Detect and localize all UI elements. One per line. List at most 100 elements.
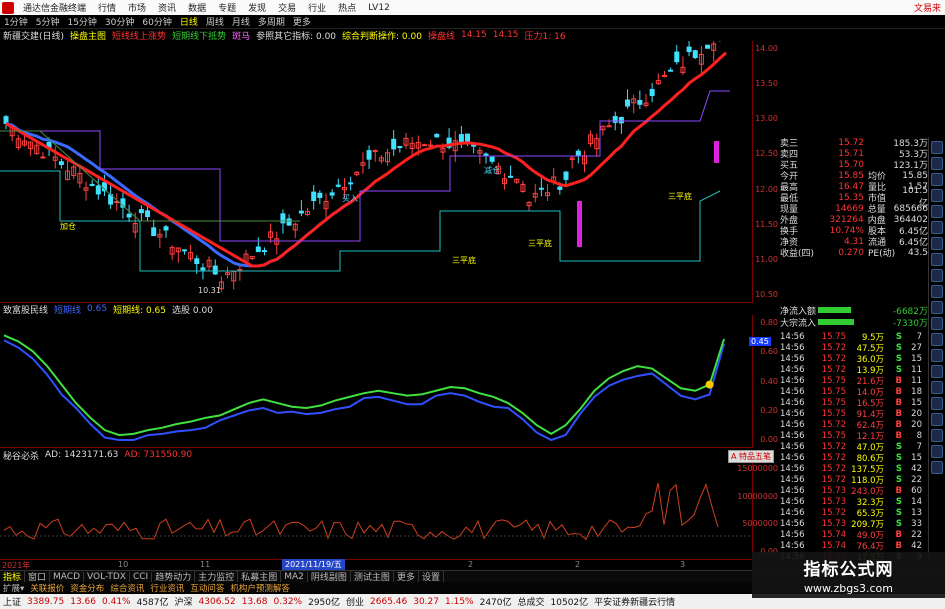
tick-direction: B — [895, 419, 902, 430]
indicator-tab-0[interactable]: 指标 — [0, 571, 26, 582]
oscillator-chart[interactable] — [0, 315, 752, 448]
period-tab-3[interactable]: 30分钟 — [101, 15, 138, 28]
info-tab-1[interactable]: 关联报价 — [27, 582, 67, 594]
info-tab-2[interactable]: 资金分布 — [67, 582, 107, 594]
info-icon[interactable] — [931, 189, 943, 202]
tick-time: 14:56 — [780, 507, 805, 518]
oscillator-header: 致富股民线 短期线 0.65 短期线: 0.65 选股 0.00 — [0, 303, 752, 316]
osc-line-blue — [3, 339, 725, 442]
candle-body — [649, 89, 655, 96]
chart-icon[interactable] — [931, 141, 943, 154]
info-tab-3[interactable]: 综合资讯 — [107, 582, 147, 594]
tick-list[interactable]: 14:56 15.75 9.5万 S 7 14:56 15.72 47.5万 S 27 14:56 1… — [780, 331, 928, 563]
period-tab-8[interactable]: 多周期 — [254, 15, 289, 28]
indicator-tab-12[interactable]: 设置 — [419, 571, 444, 582]
indicator-tab-10[interactable]: 测试主图 — [351, 571, 394, 582]
period-tab-5[interactable]: 日线 — [176, 15, 202, 28]
user-icon[interactable] — [931, 285, 943, 298]
tick-direction: B — [895, 397, 902, 408]
search-icon[interactable] — [931, 237, 943, 250]
period-tab-2[interactable]: 15分钟 — [63, 15, 100, 28]
period-tab-9[interactable]: 更多 — [289, 15, 315, 28]
info-tab-0[interactable]: 扩展▾ — [0, 582, 27, 594]
osc-header-item-0: 致富股民线 — [3, 305, 49, 316]
indicator-tab-4[interactable]: CCI — [130, 571, 153, 582]
ad-header: 秘谷必杀 AD: 1423171.63 AD: 731550.90 — [0, 449, 752, 462]
tick-count: 20 — [911, 408, 922, 419]
flow-row: 大宗流入 -7330万 — [780, 316, 928, 329]
menu-market[interactable]: 行情 — [92, 1, 122, 14]
bell-icon[interactable] — [931, 269, 943, 282]
period-tab-1[interactable]: 5分钟 — [32, 15, 64, 28]
period-tab-7[interactable]: 月线 — [228, 15, 254, 28]
candle-body — [212, 265, 218, 275]
menu-trade[interactable]: 交易 — [272, 1, 302, 14]
tool-icon[interactable] — [931, 349, 943, 362]
indicator-tab-2[interactable]: MACD — [50, 571, 85, 582]
help-icon[interactable] — [931, 413, 943, 426]
info-tab-4[interactable]: 行业资讯 — [147, 582, 187, 594]
ad-chart[interactable] — [0, 461, 752, 560]
grid-icon[interactable] — [931, 173, 943, 186]
date-cursor[interactable]: 2021/11/19/五 — [282, 559, 345, 570]
more-icon[interactable] — [931, 365, 943, 378]
candle-body — [95, 185, 101, 195]
menu-news[interactable]: 资讯 — [152, 1, 182, 14]
candlestick-chart[interactable]: 10.31三平底三平底三平底减仓买入加仓 — [0, 41, 752, 303]
menu-level[interactable]: LV12 — [362, 3, 396, 13]
tick-row: 14:56 15.72 65.3万 S 13 — [780, 507, 928, 519]
indicator-tab-3[interactable]: VOL-TDX — [84, 571, 130, 582]
calc-icon[interactable] — [931, 317, 943, 330]
tick-price: 15.74 — [821, 529, 846, 540]
indicator-tab-8[interactable]: MA2 — [281, 571, 308, 582]
tick-time: 14:56 — [780, 441, 805, 452]
tick-row: 14:56 15.72 80.6万 S 15 — [780, 452, 928, 464]
ad-axis: 150000001000000050000000.00 — [737, 461, 780, 560]
menu-topics[interactable]: 专题 — [212, 1, 242, 14]
indicator-tab-1[interactable]: 窗口 — [25, 571, 51, 582]
period-tab-6[interactable]: 周线 — [202, 15, 228, 28]
price-axis-tick-0: 14.00 — [755, 44, 778, 53]
indicator-tab-9[interactable]: 阴线副图 — [308, 571, 351, 582]
list-icon[interactable] — [931, 157, 943, 170]
home-icon[interactable] — [931, 445, 943, 458]
sanpingdi-label-2: 三平底 — [528, 238, 552, 248]
info-tab-6[interactable]: 机构户预测解答 — [227, 582, 293, 594]
period-tab-4[interactable]: 60分钟 — [138, 15, 175, 28]
signal-bar — [577, 201, 582, 247]
down-icon[interactable] — [931, 397, 943, 410]
tick-price: 15.72 — [821, 353, 846, 364]
indicator-tab-11[interactable]: 更多 — [394, 571, 419, 582]
menu-data[interactable]: 数据 — [182, 1, 212, 14]
indicator-tab-5[interactable]: 趋势动力 — [152, 571, 196, 582]
period-tab-0[interactable]: 1分钟 — [0, 15, 32, 28]
tick-direction: S — [895, 463, 902, 474]
ad-value-badge[interactable]: A 特品五笔 — [728, 450, 775, 463]
link-icon[interactable] — [931, 429, 943, 442]
tick-row: 14:56 15.73 209.7万 S 33 — [780, 518, 928, 530]
table-icon[interactable] — [931, 205, 943, 218]
flag-icon[interactable] — [931, 333, 943, 346]
main-price-axis: 14.00 13.50 13.00 12.50 12.00 11.50 11.00 10.50 — [752, 41, 780, 303]
gear-icon[interactable] — [931, 253, 943, 266]
up-icon[interactable] — [931, 381, 943, 394]
tick-count: 14 — [911, 496, 922, 507]
star-icon[interactable] — [931, 221, 943, 234]
candle-body — [618, 117, 624, 124]
quote-value2: 6.45亿 — [898, 238, 928, 248]
menu-market2[interactable]: 市场 — [122, 1, 152, 14]
menu-discover[interactable]: 发现 — [242, 1, 272, 14]
indicator-tab-6[interactable]: 主力监控 — [195, 571, 239, 582]
menu-industry[interactable]: 行业 — [302, 1, 332, 14]
tick-row: 14:56 15.72 47.0万 S 7 — [780, 441, 928, 453]
info-tab-5[interactable]: 互动问答 — [187, 582, 227, 594]
close-icon[interactable] — [931, 461, 943, 474]
status-item-9: 2950亿 — [308, 598, 340, 608]
menu-hotspot[interactable]: 热点 — [332, 1, 362, 14]
quote-value: 15.85 — [838, 170, 864, 181]
quote-key: 收益(四) — [780, 249, 815, 259]
candle-body — [255, 246, 261, 253]
news-icon[interactable] — [931, 301, 943, 314]
indicator-tab-7[interactable]: 私募主图 — [238, 571, 282, 582]
tick-row: 14:56 15.74 76.4万 B 42 — [780, 540, 928, 552]
